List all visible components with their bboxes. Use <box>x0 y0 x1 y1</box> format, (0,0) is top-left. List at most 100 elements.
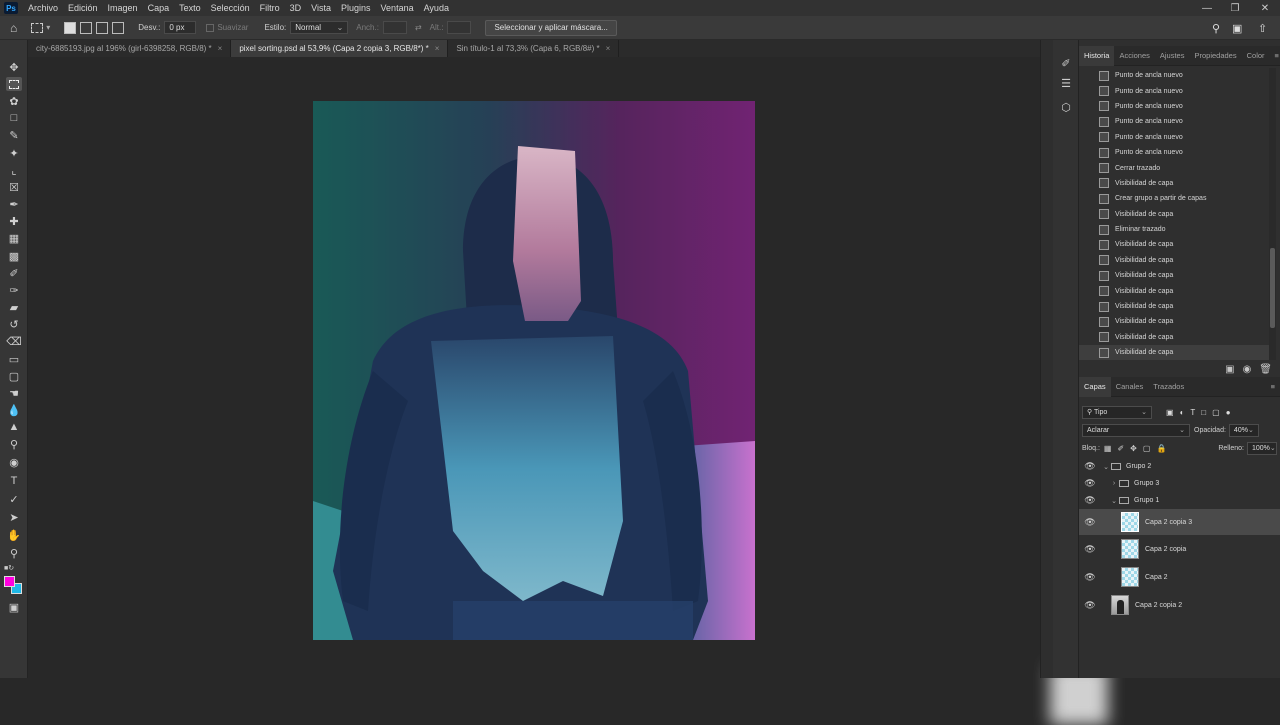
zoom-tool-icon[interactable]: ⚲ <box>6 546 22 560</box>
close-tab-icon[interactable]: × <box>606 44 611 53</box>
share-icon[interactable]: ⇧ <box>1258 16 1267 40</box>
mixer-brush-icon[interactable]: ✑ <box>6 283 22 297</box>
history-item[interactable]: Cerrar trazado <box>1079 160 1269 175</box>
history-item[interactable]: Visibilidad de capa <box>1079 176 1269 191</box>
height-input[interactable] <box>447 21 472 34</box>
visibility-eye-icon[interactable]: 👁 <box>1079 461 1101 472</box>
history-item[interactable]: Visibilidad de capa <box>1079 253 1269 268</box>
tab-historia[interactable]: Historia <box>1079 45 1115 66</box>
opacity-input[interactable]: 40% ⌄ <box>1228 423 1259 437</box>
eraser-tool-icon[interactable]: ⌫ <box>6 334 22 348</box>
rectangle-shape-icon[interactable]: ▭ <box>6 352 22 366</box>
close-tab-icon[interactable]: × <box>218 44 223 53</box>
menu-edicion[interactable]: Edición <box>63 3 103 13</box>
quick-selection-tool-icon[interactable]: ✎ <box>6 128 22 142</box>
visibility-eye-icon[interactable]: 👁 <box>1079 600 1101 611</box>
gradient-tool-icon[interactable]: ▢ <box>6 369 22 383</box>
history-item[interactable]: Punto de ancla nuevo <box>1079 83 1269 98</box>
select-and-mask-button[interactable]: Seleccionar y aplicar máscara... <box>485 19 617 36</box>
crop-tool-icon[interactable]: ⌞ <box>6 163 22 177</box>
chevron-down-icon[interactable]: ⌄ <box>1101 463 1111 471</box>
visibility-eye-icon[interactable]: 👁 <box>1079 572 1101 583</box>
menu-seleccion[interactable]: Selección <box>206 3 255 13</box>
history-item[interactable]: Punto de ancla nuevo <box>1079 145 1269 160</box>
default-colors-icon[interactable]: ■↻ <box>4 564 14 572</box>
object-selection-tool-icon[interactable]: □ <box>6 111 22 125</box>
frame-tool-icon[interactable]: ☒ <box>6 180 22 194</box>
swap-dimensions-icon[interactable]: ⇄ <box>415 23 422 32</box>
tab-propiedades[interactable]: Propiedades <box>1189 46 1241 66</box>
history-item[interactable]: Visibilidad de capa <box>1079 237 1269 252</box>
menu-plugins[interactable]: Plugins <box>336 3 376 13</box>
history-item[interactable]: Visibilidad de capa <box>1079 283 1269 298</box>
smooth-checkbox[interactable] <box>206 23 215 32</box>
layer-row-group[interactable]: 👁 ⌄ Grupo 1 <box>1079 492 1280 509</box>
blur-tool-icon[interactable]: 💧 <box>6 403 22 417</box>
tab-sin-titulo[interactable]: Sin título-1 al 73,3% (Capa 6, RGB/8#) *… <box>448 40 620 57</box>
layer-filter-select[interactable]: ⚲ Tipo ⌄ <box>1082 405 1152 419</box>
filter-type-icon[interactable]: T <box>1190 408 1195 417</box>
panel-menu-icon[interactable]: ≡ <box>1266 377 1280 397</box>
intersect-selection-icon[interactable] <box>112 21 125 34</box>
lasso-tool-icon[interactable]: ✿ <box>6 94 22 108</box>
history-item[interactable]: Eliminar trazado <box>1079 222 1269 237</box>
close-tab-icon[interactable]: × <box>435 44 440 53</box>
close-icon[interactable]: ✕ <box>1252 0 1278 16</box>
tab-city[interactable]: city-6885193.jpg al 196% (girl-6398258, … <box>28 40 232 57</box>
menu-texto[interactable]: Texto <box>174 3 206 13</box>
feather-input[interactable]: 0 px <box>164 21 197 34</box>
history-item[interactable]: Punto de ancla nuevo <box>1079 68 1269 83</box>
filter-toggle-icon[interactable]: ● <box>1226 408 1231 417</box>
lock-position-icon[interactable]: ✥ <box>1130 444 1137 453</box>
width-input[interactable] <box>382 21 407 34</box>
3d-cube-icon[interactable]: ⬡ <box>1058 100 1074 114</box>
fill-input[interactable]: 100% ⌄ <box>1247 441 1277 455</box>
tab-capas[interactable]: Capas <box>1079 376 1111 397</box>
sharpen-tool-icon[interactable]: ▲ <box>6 420 22 434</box>
visibility-eye-icon[interactable]: 👁 <box>1079 517 1101 528</box>
canvas-area[interactable] <box>28 57 1108 725</box>
new-selection-icon[interactable] <box>64 21 77 34</box>
tab-color[interactable]: Color <box>1242 46 1270 66</box>
visibility-eye-icon[interactable]: 👁 <box>1079 478 1101 489</box>
tab-canales[interactable]: Canales <box>1111 377 1149 397</box>
visibility-eye-icon[interactable]: 👁 <box>1079 495 1101 506</box>
history-scroll-thumb[interactable] <box>1270 248 1275 328</box>
menu-ventana[interactable]: Ventana <box>376 3 419 13</box>
workspace-icon[interactable]: ▣ <box>1232 16 1242 40</box>
tab-trazados[interactable]: Trazados <box>1148 377 1189 397</box>
history-item[interactable]: Crear grupo a partir de capas <box>1079 191 1269 206</box>
lock-all-icon[interactable]: 🔒 <box>1156 444 1166 453</box>
lock-image-icon[interactable]: ✐ <box>1117 444 1124 453</box>
document-canvas[interactable] <box>313 101 755 640</box>
history-item[interactable]: Visibilidad de capa <box>1079 299 1269 314</box>
pen-tool-icon[interactable]: ✓ <box>6 492 22 506</box>
layer-row-group[interactable]: 👁 › Grupo 3 <box>1079 475 1280 492</box>
lock-transparency-icon[interactable]: ▦ <box>1104 444 1112 453</box>
layer-row-selected[interactable]: 👁 Capa 2 copia 3 <box>1079 509 1280 535</box>
menu-filtro[interactable]: Filtro <box>255 3 285 13</box>
filter-shape-icon[interactable]: □ <box>1201 408 1206 417</box>
minimize-icon[interactable]: — <box>1194 0 1220 16</box>
rectangular-marquee-tool-icon[interactable] <box>6 77 22 91</box>
history-item[interactable]: Visibilidad de capa <box>1079 268 1269 283</box>
delete-trash-icon[interactable]: 🗑 <box>1259 364 1272 375</box>
clone-stamp-tool-icon[interactable]: ▰ <box>6 300 22 314</box>
menu-3d[interactable]: 3D <box>285 3 307 13</box>
history-item[interactable]: Punto de ancla nuevo <box>1079 130 1269 145</box>
eyedropper-tool-icon[interactable]: ✒ <box>6 197 22 211</box>
chevron-down-icon[interactable]: ⌄ <box>1109 497 1119 505</box>
history-scrollbar[interactable] <box>1269 68 1276 360</box>
hand-tool-icon[interactable]: ✋ <box>6 528 22 542</box>
marquee-preset-icon[interactable]: ▾ <box>31 22 50 33</box>
path-selection-icon[interactable]: ➤ <box>6 510 22 524</box>
menu-ayuda[interactable]: Ayuda <box>419 3 454 13</box>
home-icon[interactable]: ⌂ <box>10 21 17 35</box>
layer-row-group[interactable]: 👁 ⌄ Grupo 2 <box>1079 458 1280 475</box>
search-icon[interactable]: ⚲ <box>1212 16 1220 40</box>
chevron-right-icon[interactable]: › <box>1109 480 1119 487</box>
smudge-tool-icon[interactable]: ☚ <box>6 386 22 400</box>
lock-artboard-icon[interactable]: ▢ <box>1143 444 1151 453</box>
menu-capa[interactable]: Capa <box>143 3 175 13</box>
filter-pixel-icon[interactable]: ▣ <box>1166 408 1174 417</box>
